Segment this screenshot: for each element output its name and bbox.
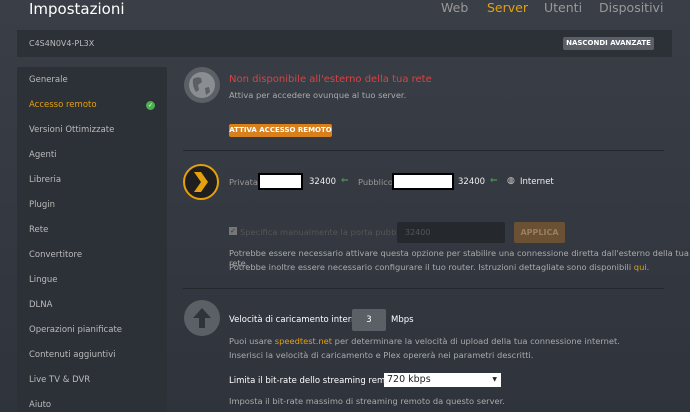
bitrate-help: Imposta il bit-rate massimo di streaming… <box>229 396 505 406</box>
plex-logo-icon <box>183 164 219 200</box>
divider <box>183 150 664 151</box>
chevron-down-icon: ▼ <box>492 376 497 383</box>
manual-port-checkbox[interactable]: ✓ <box>229 227 237 235</box>
help-text: Potrebbe inoltre essere necessario confi… <box>229 262 634 272</box>
globe-icon <box>184 67 220 103</box>
enable-remote-access-button[interactable]: ATTIVA ACCESSO REMOTO <box>229 124 332 137</box>
remote-subtitle: Attiva per accedere ovunque al tuo serve… <box>229 90 407 100</box>
tab-utenti[interactable]: Utenti <box>544 0 582 15</box>
internet-label: Internet <box>520 177 554 187</box>
sidebar-item-agenti[interactable]: Agenti <box>29 150 57 160</box>
public-port: 32400 <box>458 177 486 187</box>
arrow-left-icon: ⇐ <box>341 176 349 186</box>
upload-speed-unit: Mbps <box>391 315 414 325</box>
remote-status: Non disponibile all'esterno della tua re… <box>229 74 432 85</box>
apply-button[interactable]: APPLICA <box>514 222 565 243</box>
divider <box>183 288 664 289</box>
sidebar-item-operazioni[interactable]: Operazioni pianificate <box>29 325 122 335</box>
manual-port-label: Specifica manualmente la porta pubblica <box>240 227 411 237</box>
sidebar-item-rete[interactable]: Rete <box>29 225 48 235</box>
private-ip-redacted <box>258 173 303 190</box>
help-text: Puoi usare <box>229 336 275 346</box>
sidebar-item-plugin[interactable]: Plugin <box>29 200 55 210</box>
server-bar: C4S4N0V4-PL3X NASCONDI AVANZATE <box>17 30 672 57</box>
public-port-input[interactable]: 32400 <box>397 222 505 243</box>
bitrate-label: Limita il bit-rate dello streaming remot… <box>229 376 399 386</box>
instructions-link[interactable]: qui <box>634 262 647 272</box>
server-name: C4S4N0V4-PL3X <box>29 39 95 48</box>
manual-port-help-2: Potrebbe inoltre essere necessario confi… <box>229 262 649 272</box>
hide-advanced-button[interactable]: NASCONDI AVANZATE <box>563 37 654 50</box>
help-text: per determinare la velocità di upload de… <box>332 336 620 346</box>
sidebar-item-dlna[interactable]: DLNA <box>29 300 52 310</box>
sidebar: Generale Accesso remoto ✓ Versioni Ottim… <box>17 67 167 412</box>
sidebar-item-versioni[interactable]: Versioni Ottimizzate <box>29 125 114 135</box>
sidebar-item-libreria[interactable]: Libreria <box>29 175 61 185</box>
sidebar-item-aiuto[interactable]: Aiuto <box>29 400 51 410</box>
bitrate-select[interactable]: 720 kbps ▼ <box>384 373 501 387</box>
private-label: Privata <box>229 177 258 187</box>
tab-dispositivi[interactable]: Dispositivi <box>599 0 663 15</box>
sidebar-item-convertitore[interactable]: Convertitore <box>29 250 82 260</box>
globe-icon: ◍ <box>507 176 515 186</box>
sidebar-item-contenuti[interactable]: Contenuti aggiuntivi <box>29 350 115 360</box>
public-ip-redacted <box>392 173 454 190</box>
sidebar-item-livetv[interactable]: Live TV & DVR <box>29 375 90 385</box>
private-port: 32400 <box>309 177 337 187</box>
public-label: Pubblico <box>358 177 393 187</box>
upload-arrow-icon <box>184 300 220 336</box>
tab-server[interactable]: Server <box>487 0 528 15</box>
page-title: Impostazioni <box>29 0 125 18</box>
upload-speed-label: Velocità di caricamento internet <box>229 315 366 325</box>
help-end: . <box>646 262 650 272</box>
check-icon: ✓ <box>146 101 155 110</box>
sidebar-item-accesso-remoto[interactable]: Accesso remoto <box>29 100 97 110</box>
sidebar-item-generale[interactable]: Generale <box>29 75 68 85</box>
tab-web[interactable]: Web <box>441 0 468 15</box>
speedtest-link[interactable]: speedtest.net <box>275 336 332 346</box>
arrow-left-icon: ⇐ <box>490 176 498 186</box>
bitrate-selected: 720 kbps <box>387 374 431 385</box>
upload-speed-input[interactable]: 3 <box>352 309 386 331</box>
sidebar-item-lingue[interactable]: Lingue <box>29 275 58 285</box>
upload-help-2: Inserisci la velocità di caricamento e P… <box>229 350 534 360</box>
